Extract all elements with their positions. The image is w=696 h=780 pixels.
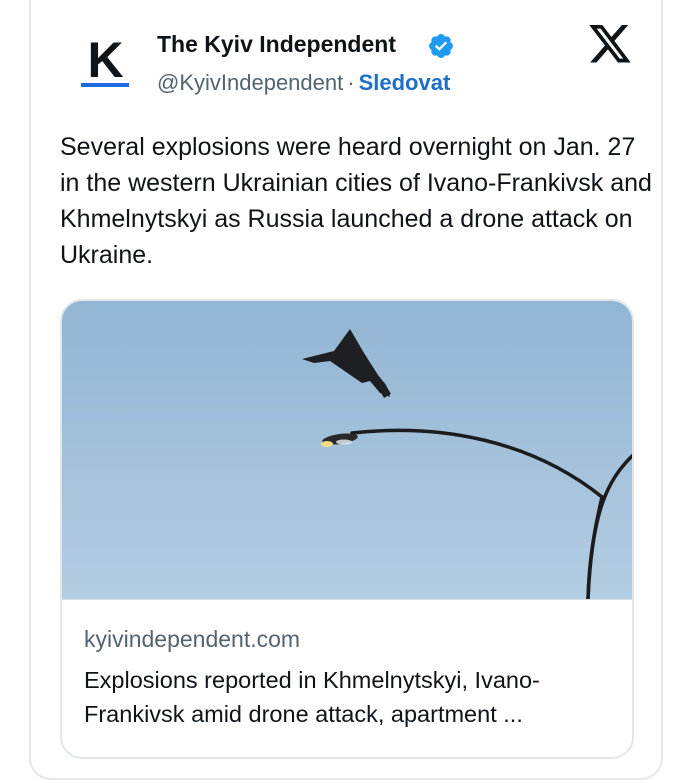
link-domain: kyivindependent.com xyxy=(84,626,301,652)
avatar-letter: K xyxy=(87,31,123,88)
drone-and-streetlight-photo xyxy=(62,301,632,600)
separator-dot: · xyxy=(347,70,355,95)
verified-badge-icon xyxy=(429,34,453,58)
link-preview-card[interactable]: kyivindependent.com Explosions reported … xyxy=(60,299,634,759)
handle-row: @KyivIndependent · Sledovat xyxy=(157,68,450,98)
author-handle[interactable]: @KyivIndependent xyxy=(157,70,343,95)
link-title: Explosions reported in Khmelnytskyi, Iva… xyxy=(84,667,540,727)
x-logo-icon[interactable] xyxy=(589,25,631,63)
avatar-underline xyxy=(81,82,129,87)
author-name[interactable]: The Kyiv Independent xyxy=(157,28,396,60)
avatar[interactable]: K xyxy=(78,35,132,89)
follow-button[interactable]: Sledovat xyxy=(359,70,451,95)
tweet-text: Several explosions were heard overnight … xyxy=(60,133,652,269)
